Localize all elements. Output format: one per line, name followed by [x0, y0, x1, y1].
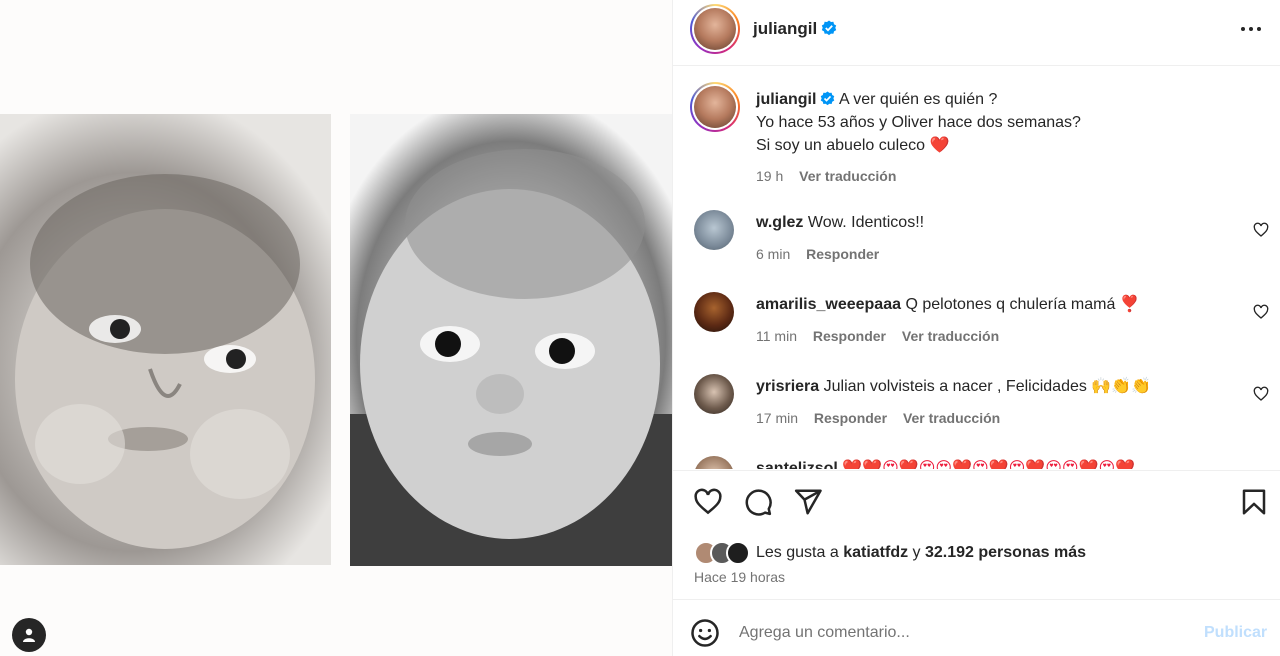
comment-username[interactable]: santelizsol — [756, 460, 838, 469]
post-side-panel: juliangil juliangil A ver quién es quién… — [672, 0, 1280, 656]
baby-photo-old — [0, 114, 331, 565]
comment-item: w.glez Wow. Identicos!! 6 min Responder — [673, 210, 1280, 292]
comment-item: yrisriera Julian volvisteis a nacer , Fe… — [673, 374, 1280, 456]
likes-user[interactable]: katiatfdz — [843, 544, 908, 561]
bookmark-icon[interactable] — [1239, 487, 1269, 517]
baby-photo-old-drawing — [15, 174, 315, 549]
comment-text: Wow. Identicos!! — [807, 214, 925, 231]
comment-username[interactable]: w.glez — [756, 214, 803, 231]
author-username[interactable]: juliangil — [753, 19, 837, 39]
caption-username[interactable]: juliangil — [756, 91, 816, 108]
caption-translate-link[interactable]: Ver traducción — [799, 168, 896, 184]
more-options-icon[interactable] — [1239, 22, 1263, 36]
verified-badge-icon — [822, 20, 837, 36]
comment-avatar[interactable] — [694, 210, 734, 250]
comment-text: Julian volvisteis a nacer , Felicidades — [823, 378, 1087, 395]
user-silhouette-icon — [23, 628, 35, 642]
caption-time: 19 h — [756, 168, 784, 184]
comment-composer: Publicar — [673, 600, 1280, 656]
reply-link[interactable]: Responder — [814, 410, 887, 426]
translate-link[interactable]: Ver traducción — [903, 410, 1000, 426]
comment-avatar[interactable] — [694, 456, 734, 469]
likes-connector: y — [912, 544, 921, 561]
caption-line-3: Si soy un abuelo culeco — [756, 137, 925, 154]
comment-username[interactable]: amarilis_weeepaaa — [756, 296, 901, 313]
comment-emoji: 🙌👏👏 — [1091, 378, 1152, 395]
comment-avatar[interactable] — [694, 374, 734, 414]
comment-item: amarilis_weeepaaa Q pelotones q chulería… — [673, 292, 1280, 374]
author-avatar[interactable] — [690, 4, 740, 54]
likes-text: Les gusta a katiatfdz y 32.192 personas … — [756, 544, 1086, 562]
smiley-icon[interactable] — [690, 618, 720, 648]
reply-link[interactable]: Responder — [806, 246, 879, 262]
like-comment-heart-icon[interactable] — [1253, 222, 1269, 238]
comment-emoji: ❣️ — [1119, 296, 1140, 313]
post-caption: juliangil A ver quién es quién ? Yo hace… — [756, 88, 1236, 188]
paper-plane-icon[interactable] — [793, 487, 823, 517]
post-time-ago: Hace 19 horas — [694, 569, 786, 585]
comment-time: 11 min — [756, 328, 797, 344]
tagged-users-button[interactable] — [12, 618, 46, 652]
baby-photo-new-drawing — [350, 149, 672, 566]
verified-badge-icon — [821, 91, 835, 106]
like-comment-heart-icon[interactable] — [1253, 304, 1269, 320]
caption-line-1: A ver quién es quién ? — [839, 91, 998, 108]
comment-item: santelizsol ❤️❤️😍❤️😍😍❤️😍❤️😍❤️😍😍❤️😍❤️ — [673, 456, 1280, 469]
baby-photo-new — [350, 114, 672, 566]
likes-prefix: Les gusta a — [756, 544, 839, 561]
likes-summary[interactable]: Les gusta a katiatfdz y 32.192 personas … — [694, 541, 1086, 565]
likes-count[interactable]: 32.192 personas más — [925, 544, 1086, 561]
caption-meta: 19 h Ver traducción — [756, 165, 1236, 188]
comment-username[interactable]: yrisriera — [756, 378, 819, 395]
liker-avatar — [726, 541, 750, 565]
caption-author-avatar[interactable] — [690, 82, 740, 132]
post-media[interactable] — [0, 0, 672, 656]
comment-avatar[interactable] — [694, 292, 734, 332]
post-header: juliangil — [673, 0, 1280, 66]
like-comment-heart-icon[interactable] — [1253, 386, 1269, 402]
caption-line-2: Yo hace 53 años y Oliver hace dos semana… — [756, 114, 1081, 131]
heart-outline-icon[interactable] — [693, 487, 723, 517]
post-actions: Les gusta a katiatfdz y 32.192 personas … — [673, 470, 1280, 600]
comments-scroll-area[interactable]: juliangil A ver quién es quién ? Yo hace… — [673, 66, 1280, 469]
caption-heart-emoji: ❤️ — [929, 137, 950, 154]
comment-bubble-icon[interactable] — [743, 487, 773, 517]
author-username-text[interactable]: juliangil — [753, 19, 817, 38]
comment-emoji: ❤️❤️😍❤️😍😍❤️😍❤️😍❤️😍😍❤️😍❤️ — [842, 460, 1136, 469]
comment-text: Q pelotones q chulería mamá — [905, 296, 1116, 313]
comment-time: 17 min — [756, 410, 799, 426]
comment-time: 6 min — [756, 246, 791, 262]
publish-button[interactable]: Publicar — [1204, 624, 1267, 642]
translate-link[interactable]: Ver traducción — [902, 328, 999, 344]
comment-input[interactable] — [739, 618, 1179, 648]
reply-link[interactable]: Responder — [813, 328, 886, 344]
